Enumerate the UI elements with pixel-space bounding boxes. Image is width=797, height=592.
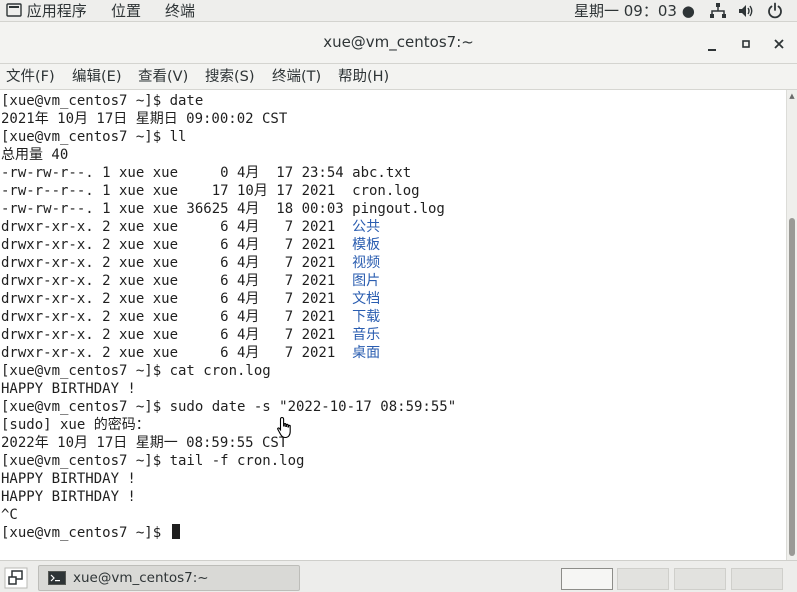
workspace-1[interactable] [561, 568, 613, 590]
terminal-line: [xue@vm_centos7 ~]$ date [1, 93, 204, 109]
network-icon[interactable] [709, 2, 727, 20]
menu-terminal[interactable]: 终端(T) [272, 68, 321, 86]
directory-name: 公共 [352, 219, 381, 235]
terminal-line: HAPPY BIRTHDAY ! [1, 471, 136, 487]
directory-name: 模板 [352, 237, 381, 253]
terminal-line: HAPPY BIRTHDAY ! [1, 381, 136, 397]
show-desktop-icon[interactable] [4, 567, 28, 589]
scroll-up-icon[interactable]: ▲ [788, 92, 796, 100]
terminal-line: drwxr-xr-x. 2 xue xue 6 4月 7 2021 视频 [1, 255, 381, 271]
directory-name: 桌面 [352, 345, 381, 361]
terminal-line: -rw-r--r--. 1 xue xue 17 10月 17 2021 cro… [1, 183, 420, 199]
bottom-taskbar: xue@vm_centos7:~ [0, 560, 797, 592]
terminal-scrollbar[interactable]: ▲ [786, 90, 797, 560]
terminal-line: 总用量 40 [1, 147, 69, 163]
text-cursor [171, 524, 180, 539]
directory-name: 图片 [352, 273, 381, 289]
workspace-2[interactable] [617, 568, 669, 590]
terminal-app-menu[interactable]: 终端 [165, 1, 195, 21]
terminal-line: -rw-rw-r--. 1 xue xue 36625 4月 18 00:03 … [1, 201, 445, 217]
terminal-line: [xue@vm_centos7 ~]$ sudo date -s "2022-1… [1, 399, 457, 415]
applications-menu[interactable]: 应用程序 [6, 1, 87, 21]
terminal-line: drwxr-xr-x. 2 xue xue 6 4月 7 2021 图片 [1, 273, 381, 289]
applications-label: 应用程序 [26, 2, 87, 20]
terminal-line: ^C [1, 507, 18, 523]
top-bar: 应用程序 位置 终端 星期一 09：03 ● [0, 0, 797, 22]
maximize-button[interactable] [735, 33, 757, 55]
terminal-line: [xue@vm_centos7 ~]$ ll [1, 129, 187, 145]
window-titlebar[interactable]: xue@vm_centos7:~ [0, 22, 797, 64]
menu-view[interactable]: 查看(V) [138, 68, 188, 86]
terminal-line: [xue@vm_centos7 ~]$ cat cron.log [1, 363, 271, 379]
clock[interactable]: 星期一 09：03 ● [574, 1, 695, 21]
terminal-line: 2022年 10月 17日 星期一 08:59:55 CST [1, 435, 288, 451]
applications-icon [6, 3, 22, 17]
maximize-icon [742, 40, 750, 48]
terminal-prompt-line[interactable]: [xue@vm_centos7 ~]$ [1, 524, 456, 542]
menu-help[interactable]: 帮助(H) [338, 68, 389, 86]
terminal-output[interactable]: [xue@vm_centos7 ~]$ date 2021年 10月 17日 星… [0, 90, 786, 560]
taskbar-window-label: xue@vm_centos7:~ [73, 570, 209, 586]
close-button[interactable] [768, 33, 790, 55]
places-menu[interactable]: 位置 [111, 1, 141, 21]
close-icon [774, 39, 784, 49]
directory-name: 视频 [352, 255, 381, 271]
menu-file[interactable]: 文件(F) [6, 68, 55, 86]
minimize-icon [708, 49, 716, 51]
terminal-line: drwxr-xr-x. 2 xue xue 6 4月 7 2021 模板 [1, 237, 381, 253]
menu-bar: 文件(F) 编辑(E) 查看(V) 搜索(S) 终端(T) 帮助(H) [0, 64, 797, 90]
menu-edit[interactable]: 编辑(E) [72, 68, 121, 86]
window-title: xue@vm_centos7:~ [323, 33, 474, 51]
terminal-line: drwxr-xr-x. 2 xue xue 6 4月 7 2021 桌面 [1, 345, 381, 361]
directory-name: 音乐 [352, 327, 381, 343]
terminal-line: drwxr-xr-x. 2 xue xue 6 4月 7 2021 下载 [1, 309, 381, 325]
terminal-line: -rw-rw-r--. 1 xue xue 0 4月 17 23:54 abc.… [1, 165, 412, 181]
directory-name: 下载 [352, 309, 381, 325]
terminal-line: [sudo] xue 的密码： [1, 417, 150, 433]
workspace-3[interactable] [674, 568, 726, 590]
hand-pointer-icon [277, 416, 291, 439]
terminal-line: HAPPY BIRTHDAY ! [1, 489, 136, 505]
desktop-screen: 应用程序 位置 终端 星期一 09：03 ● xue@vm_centos7:~ [0, 0, 797, 592]
volume-icon[interactable] [737, 2, 755, 20]
scrollbar-thumb[interactable] [789, 218, 795, 556]
directory-name: 文档 [352, 291, 381, 307]
workspace-4[interactable] [731, 568, 783, 590]
power-icon[interactable] [766, 2, 784, 20]
minimize-button[interactable] [701, 33, 723, 55]
terminal-icon [48, 571, 66, 585]
taskbar-window-button[interactable]: xue@vm_centos7:~ [38, 565, 300, 591]
terminal-line: drwxr-xr-x. 2 xue xue 6 4月 7 2021 文档 [1, 291, 381, 307]
terminal-line: drwxr-xr-x. 2 xue xue 6 4月 7 2021 公共 [1, 219, 381, 235]
terminal-line: drwxr-xr-x. 2 xue xue 6 4月 7 2021 音乐 [1, 327, 381, 343]
terminal-line: [xue@vm_centos7 ~]$ tail -f cron.log [1, 453, 305, 469]
menu-search[interactable]: 搜索(S) [205, 68, 255, 86]
terminal-line: 2021年 10月 17日 星期日 09:00:02 CST [1, 111, 288, 127]
